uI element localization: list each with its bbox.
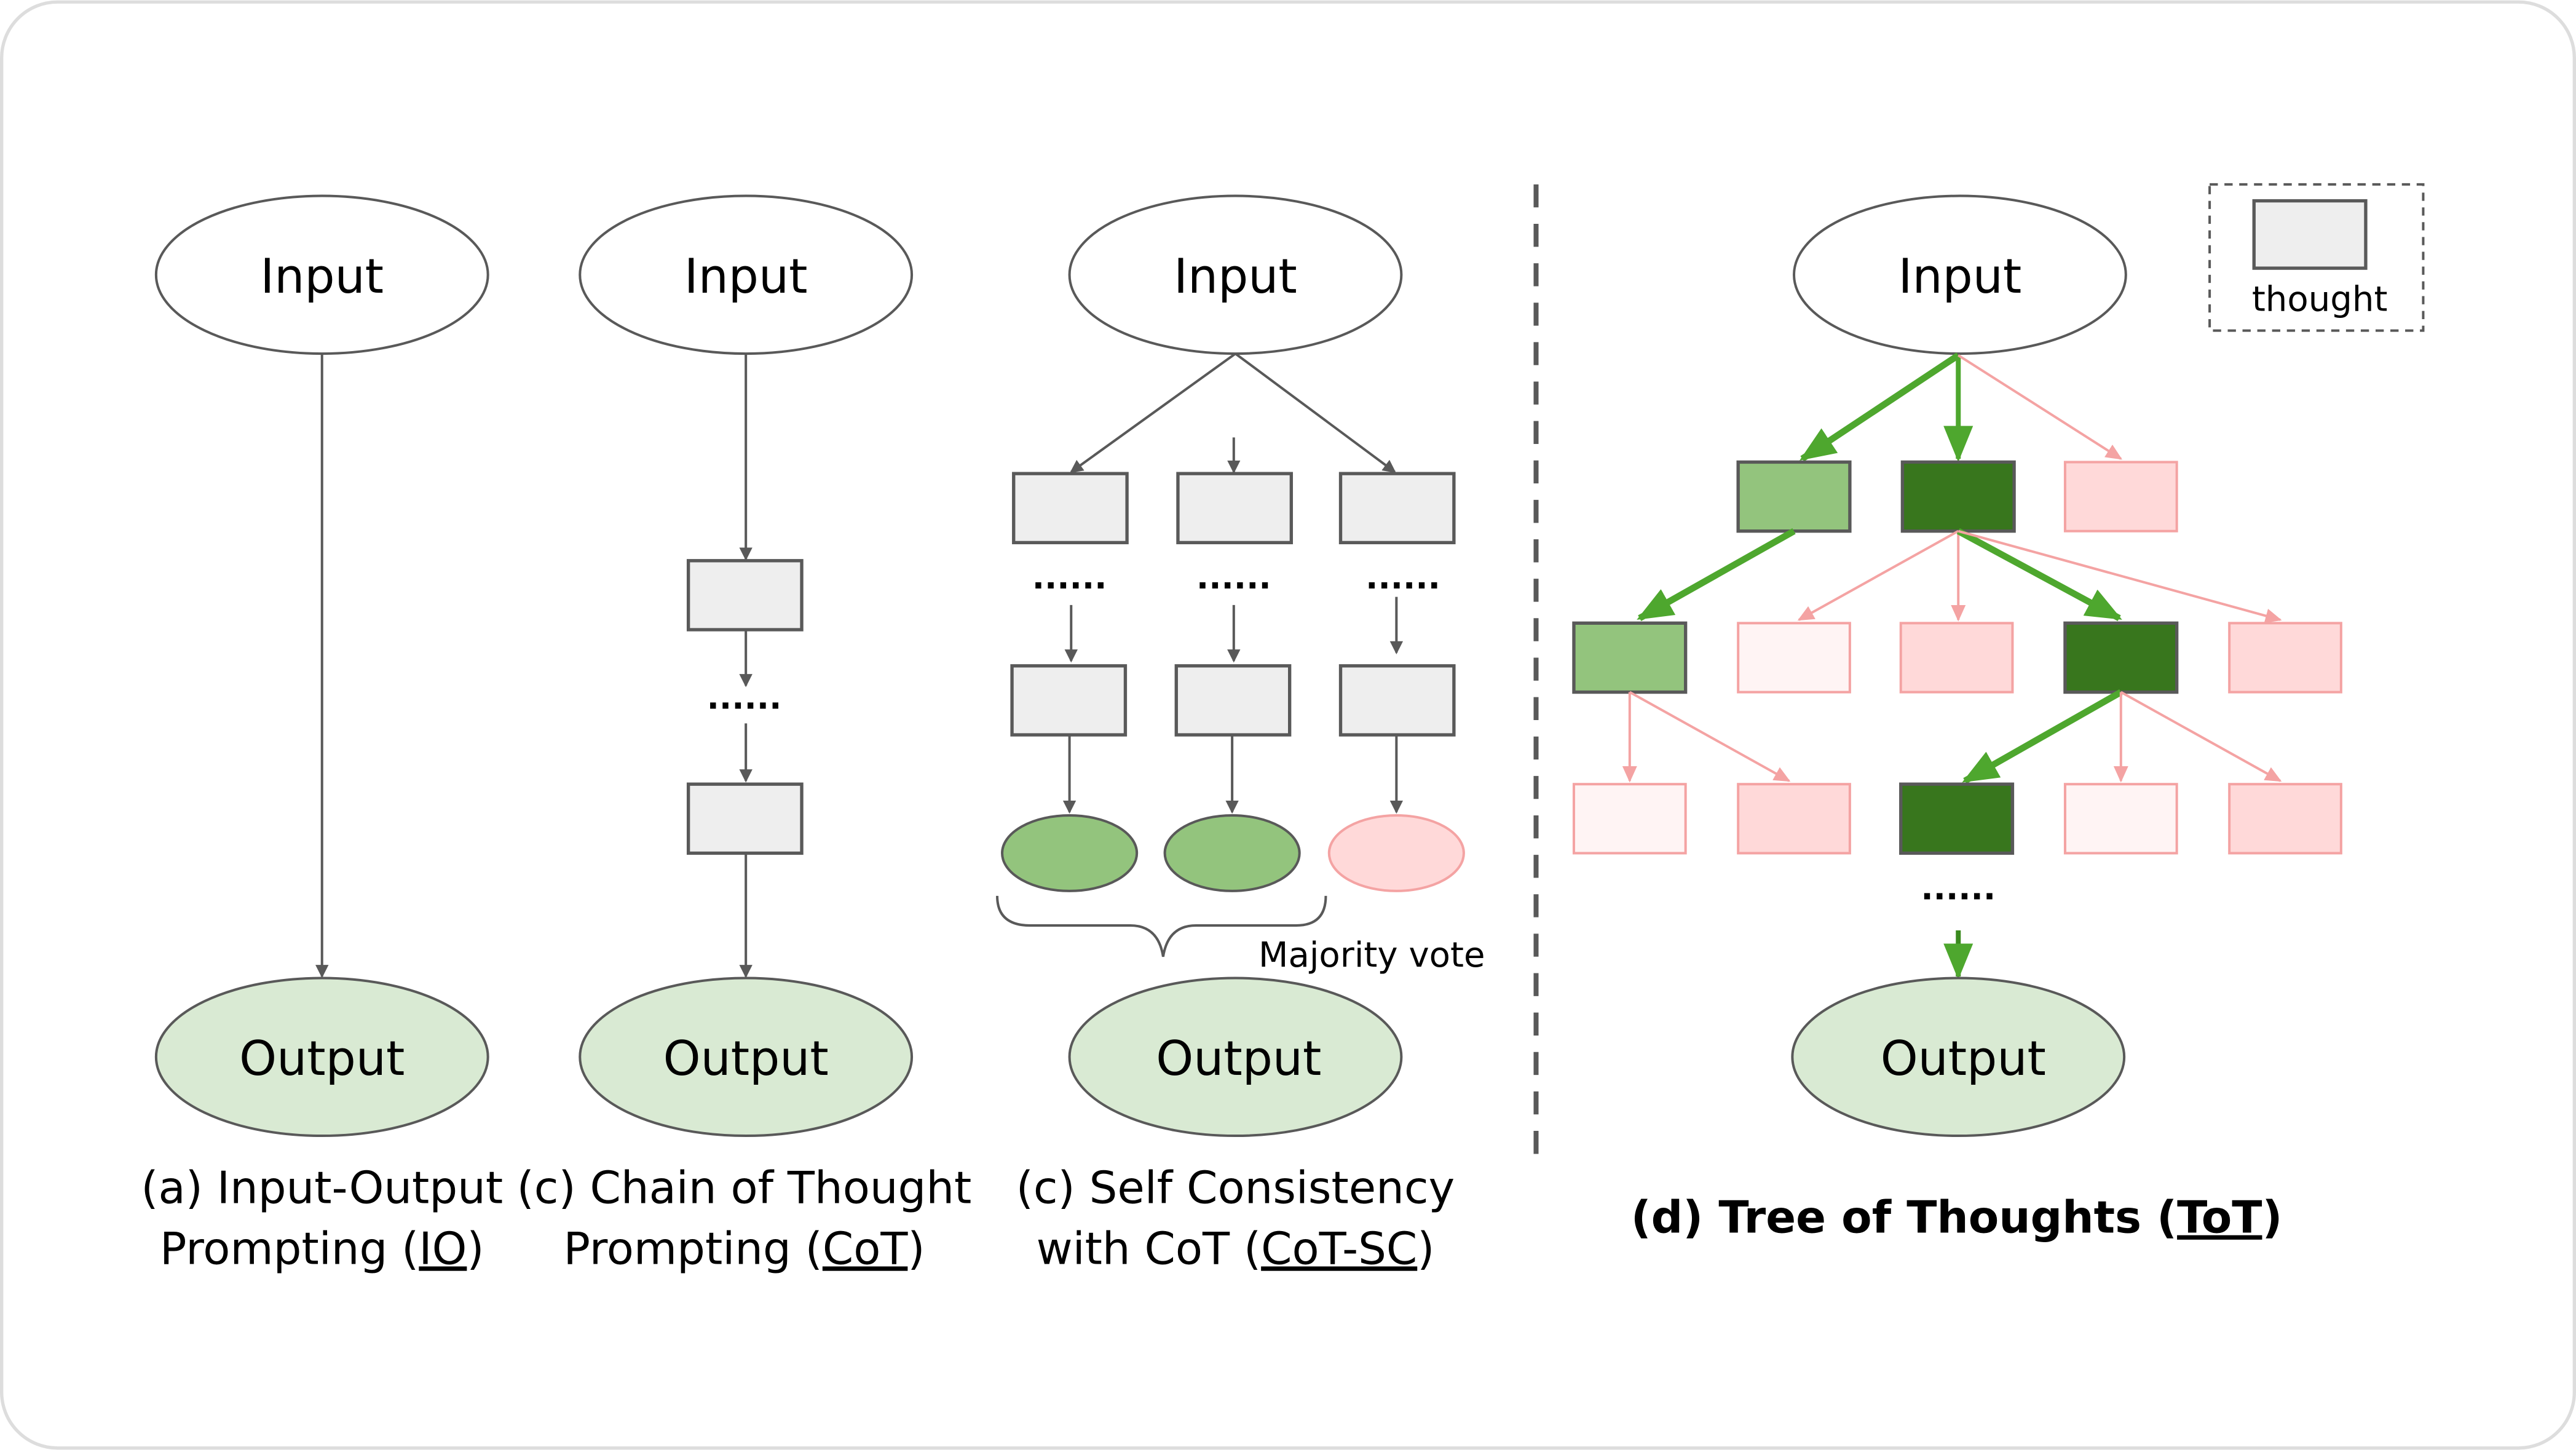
thought-box	[1176, 472, 1294, 545]
caption-line-2: Prompting (IO)	[160, 1223, 484, 1275]
thought-box	[1012, 472, 1129, 545]
thought-good	[1736, 460, 1852, 533]
tot-comparison-diagram: Input Output (a) Input-Output Prompting …	[0, 0, 2576, 1450]
output-label: Output	[1881, 1031, 2046, 1087]
abbr-cot-sc: CoT-SC	[1261, 1223, 1417, 1275]
input-label: Input	[684, 249, 808, 304]
output-label: Output	[239, 1031, 405, 1087]
thought-box	[686, 559, 804, 632]
thought-bad	[2228, 783, 2342, 855]
input-label: Input	[1898, 249, 2022, 304]
thought-bad	[2228, 622, 2342, 694]
ellipsis: ......	[1921, 868, 1996, 907]
abbr-cot: CoT	[823, 1223, 908, 1275]
abbr-io: IO	[419, 1223, 467, 1275]
thought-good	[1572, 621, 1688, 694]
ellipsis: ......	[1032, 558, 1107, 596]
thought-bad	[1737, 783, 1851, 855]
thought-bad	[1899, 622, 2014, 694]
thought-best	[1899, 782, 2015, 855]
caption-line-1: (a) Input-Output	[141, 1163, 503, 1214]
thought-bad	[2063, 783, 2178, 855]
thought-box	[686, 782, 804, 855]
legend: thought	[2208, 183, 2425, 332]
answer-correct	[1001, 814, 1139, 892]
thought-bad	[2063, 461, 2178, 533]
input-label: Input	[1174, 249, 1297, 304]
legend-thought-swatch	[2252, 199, 2368, 270]
ellipsis: ......	[1365, 558, 1440, 596]
thought-box	[1174, 664, 1292, 737]
answer-correct	[1163, 814, 1301, 892]
thought-best	[1900, 460, 2016, 533]
majority-vote-label: Majority vote	[1258, 935, 1485, 975]
abbr-tot: ToT	[2177, 1192, 2262, 1244]
thought-bad	[1737, 622, 1851, 694]
output-label: Output	[663, 1031, 829, 1087]
figure-frame: Input Output (a) Input-Output Prompting …	[0, 0, 2576, 1450]
caption-line-1: (c) Self Consistency	[1016, 1163, 1455, 1214]
output-label: Output	[1156, 1031, 1321, 1087]
caption-line-1: (c) Chain of Thought	[517, 1163, 972, 1214]
thought-box	[1338, 664, 1456, 737]
thought-bad	[1572, 783, 1687, 855]
ellipsis: ......	[1196, 558, 1271, 596]
ellipsis: ......	[707, 678, 782, 716]
caption: (d) Tree of Thoughts (ToT)	[1631, 1192, 2283, 1244]
caption-line-2: with CoT (CoT-SC)	[1037, 1223, 1435, 1275]
thought-best	[2063, 621, 2179, 694]
thought-box	[1338, 472, 1456, 545]
thought-box	[1010, 664, 1128, 737]
legend-thought-label: thought	[2252, 280, 2388, 320]
input-label: Input	[260, 249, 384, 304]
caption-line-2: Prompting (CoT)	[563, 1223, 925, 1275]
answer-wrong	[1327, 814, 1465, 892]
